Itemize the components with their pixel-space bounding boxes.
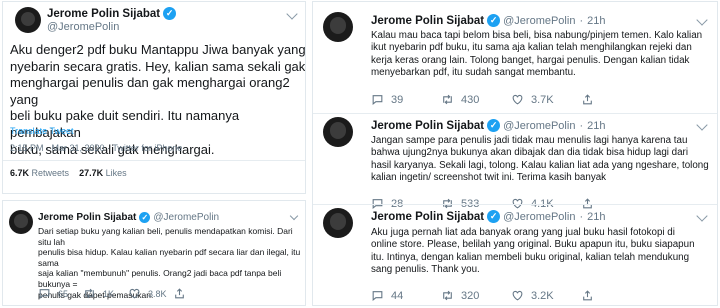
reply-tweet-card: Jerome Polin Sijabat ✓ @JeromePolin Dari… <box>2 200 306 306</box>
tweet-meta: 2:15 PM · Mar 31, 2020 · Twitter for iPh… <box>10 143 183 153</box>
like-button[interactable]: 3.7K <box>511 93 581 106</box>
author-name[interactable]: Jerome Polin Sijabat ✓ @JeromePolin · 21… <box>371 119 605 132</box>
retweets-count[interactable]: 6.7K <box>10 168 29 178</box>
translate-link[interactable]: Translate Tweet <box>10 126 74 136</box>
avatar[interactable] <box>9 210 33 234</box>
author-handle[interactable]: @JeromePolin <box>153 212 219 223</box>
tweet-actions: 65 1K 3.8K <box>38 287 193 300</box>
author-name[interactable]: Jerome Polin Sijabat ✓ @JeromePolin <box>38 212 219 223</box>
likes-label[interactable]: Likes <box>106 168 127 178</box>
tweet-actions: 39 430 3.7K <box>371 93 601 106</box>
like-icon <box>512 94 523 105</box>
verified-icon: ✓ <box>487 14 501 27</box>
retweet-icon <box>443 94 452 105</box>
chevron-down-icon[interactable] <box>696 119 708 131</box>
like-button[interactable]: 3.8K <box>128 287 173 300</box>
verified-icon: ✓ <box>487 119 501 132</box>
author-handle[interactable]: @JeromePolin <box>503 15 575 27</box>
share-icon <box>175 288 184 299</box>
retweet-icon <box>443 290 452 301</box>
chevron-down-icon[interactable] <box>286 8 298 20</box>
divider <box>313 113 717 114</box>
chevron-down-icon[interactable] <box>289 211 299 221</box>
avatar[interactable] <box>323 208 353 238</box>
share-icon <box>583 290 592 301</box>
retweet-button[interactable]: 430 <box>441 93 511 106</box>
reply-button[interactable]: 39 <box>371 93 441 106</box>
reply-button[interactable]: 65 <box>38 287 83 300</box>
verified-icon: ✓ <box>139 212 151 223</box>
tweet-text: Aku denger2 pdf buku Mantappu Jiwa banya… <box>10 42 306 157</box>
author-name[interactable]: Jerome Polin Sijabat ✓ @JeromePolin · 21… <box>371 14 605 27</box>
share-button[interactable] <box>581 289 601 302</box>
retweet-button[interactable]: 1K <box>83 287 128 300</box>
chevron-down-icon[interactable] <box>696 14 708 26</box>
chevron-down-icon[interactable] <box>696 210 708 222</box>
reply-icon <box>372 291 383 301</box>
tweet-time[interactable]: 21h <box>587 15 605 27</box>
likes-count[interactable]: 27.7K <box>79 168 103 178</box>
avatar[interactable] <box>323 12 353 42</box>
tweet-text: Aku juga pernah liat ada banyak orang ya… <box>371 227 695 276</box>
reply-button[interactable]: 44 <box>371 289 441 302</box>
author-handle[interactable]: @JeromePolin <box>503 120 575 132</box>
like-icon <box>129 288 140 299</box>
share-button[interactable] <box>581 93 601 106</box>
author-name[interactable]: Jerome Polin Sijabat ✓ @JeromePolin · 21… <box>371 210 605 223</box>
reply-icon <box>39 289 50 299</box>
like-button[interactable]: 3.2K <box>511 289 581 302</box>
divider <box>3 160 305 161</box>
tweet-text: Jangan sampe para penulis jadi tidak mau… <box>371 135 709 184</box>
main-tweet-card: Jerome Polin Sijabat ✓ @JeromePolin Aku … <box>2 1 306 194</box>
verified-icon: ✓ <box>163 7 177 20</box>
engagement-stats: 6.7K Retweets 27.7K Likes <box>10 168 127 178</box>
retweet-icon <box>85 288 94 299</box>
divider <box>313 204 717 205</box>
avatar[interactable] <box>323 117 353 147</box>
like-icon <box>512 290 523 301</box>
share-icon <box>583 94 592 105</box>
verified-icon: ✓ <box>487 210 501 223</box>
retweet-button[interactable]: 320 <box>441 289 511 302</box>
share-button[interactable] <box>173 287 193 300</box>
tweet-time[interactable]: 21h <box>587 120 605 132</box>
author-name[interactable]: Jerome Polin Sijabat ✓ <box>47 7 177 20</box>
thread-card: Jerome Polin Sijabat ✓ @JeromePolin · 21… <box>312 1 718 306</box>
author-handle[interactable]: @JeromePolin <box>47 21 119 33</box>
tweet-text: Kalau mau baca tapi belom bisa beli, bis… <box>371 30 703 79</box>
author-handle[interactable]: @JeromePolin <box>503 211 575 223</box>
tweet-actions: 44 320 3.2K <box>371 289 601 302</box>
reply-icon <box>372 95 383 105</box>
avatar[interactable] <box>15 7 41 33</box>
tweet-time[interactable]: 21h <box>587 211 605 223</box>
retweets-label[interactable]: Retweets <box>32 168 70 178</box>
